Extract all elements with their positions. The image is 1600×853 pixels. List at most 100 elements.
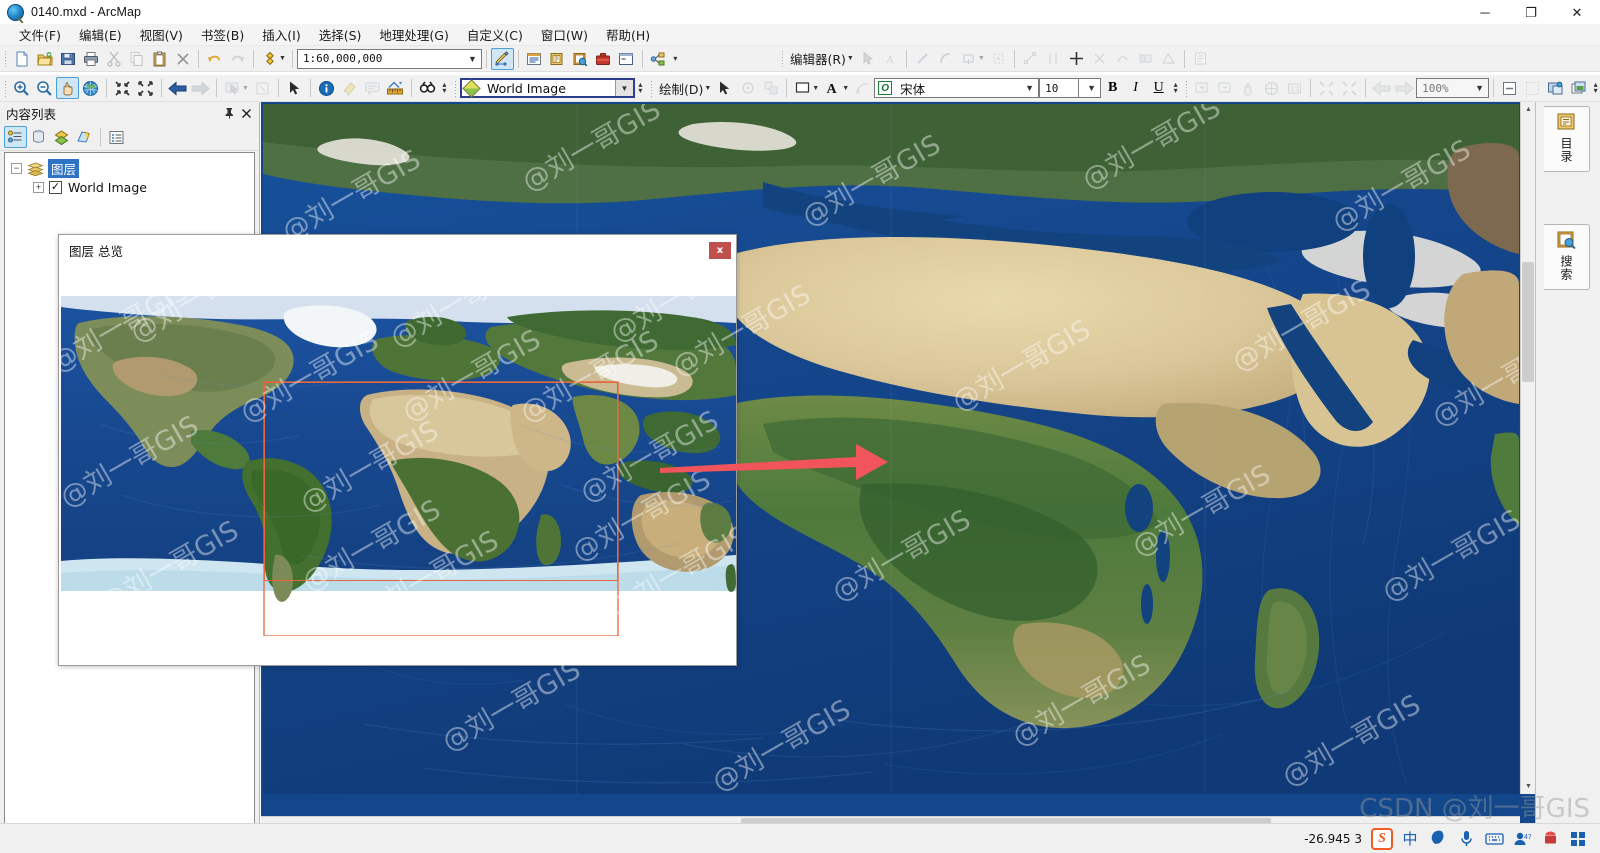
editor-toolbar-icon[interactable] — [490, 47, 514, 70]
menu-insert[interactable]: 插入(I) — [253, 23, 309, 46]
microphone-icon[interactable] — [1452, 825, 1480, 853]
moon-icon[interactable] — [1424, 825, 1452, 853]
layout-pan-icon[interactable] — [1237, 77, 1260, 99]
search-icon[interactable] — [569, 48, 592, 70]
delete-icon[interactable] — [171, 48, 194, 70]
draw-toolbar-grip[interactable] — [453, 79, 457, 97]
rotate-element-icon[interactable] — [736, 77, 759, 99]
layer-visibility-checkbox[interactable]: ✓ — [49, 181, 62, 194]
layout-back-icon[interactable] — [1370, 77, 1393, 99]
layout-fixed-zoom-out-icon[interactable] — [1338, 77, 1361, 99]
menu-customize[interactable]: 自定义(C) — [458, 23, 532, 46]
sogou-ime-icon[interactable]: S — [1368, 825, 1396, 853]
menu-geoprocessing[interactable]: 地理处理(G) — [370, 23, 457, 46]
python-window-icon[interactable] — [615, 48, 638, 70]
menu-view[interactable]: 视图(V) — [131, 23, 192, 46]
construct-polygon-icon[interactable] — [957, 48, 980, 70]
menu-bookmarks[interactable]: 书签(B) — [192, 23, 253, 46]
copy-icon[interactable] — [125, 48, 148, 70]
italic-button[interactable]: I — [1124, 77, 1147, 99]
font-size-dropdown[interactable]: ▼ — [1079, 78, 1102, 98]
add-data-icon[interactable] — [258, 48, 281, 70]
split-icon[interactable] — [1042, 48, 1065, 70]
text-color-icon[interactable]: A — [821, 77, 844, 99]
bold-button[interactable]: B — [1101, 77, 1124, 99]
zoom-in-icon[interactable] — [10, 77, 33, 99]
measure-icon[interactable] — [384, 77, 407, 99]
ime-mode-indicator[interactable]: 中 — [1396, 825, 1424, 853]
list-by-source-icon[interactable] — [27, 126, 50, 148]
tools-toolbar-overflow[interactable]: ▴ ▾ — [439, 77, 450, 99]
layout-full-extent-icon[interactable] — [1260, 77, 1283, 99]
toc-layer-world-image[interactable]: + ✓ World Image — [11, 178, 254, 197]
layout-fixed-zoom-in-icon[interactable] — [1315, 77, 1338, 99]
minimize-button[interactable]: ─ — [1462, 0, 1508, 24]
catalog-icon[interactable] — [546, 48, 569, 70]
active-layer-combo[interactable]: World Image ▼ — [459, 78, 635, 98]
toc-root-node[interactable]: − 图层 — [11, 159, 254, 178]
menu-edit[interactable]: 编辑(E) — [70, 23, 131, 46]
layout-toolbar-overflow[interactable]: ▴ ▾ — [1590, 77, 1600, 99]
restore-button[interactable]: ❐ — [1508, 0, 1554, 24]
editor-menu-label[interactable]: 编辑器(R) — [787, 49, 849, 68]
fixed-zoom-in-icon[interactable] — [111, 77, 134, 99]
draw-tools-grip[interactable] — [649, 79, 653, 97]
new-map-icon[interactable] — [10, 48, 33, 70]
select-dropdown-arrow[interactable]: ▼ — [242, 85, 249, 92]
group-icon[interactable] — [759, 77, 782, 99]
overview-window[interactable]: 图层 总览 x @刘一哥GIS @刘一哥GIS @刘一哥GIS @刘一哥GIS … — [58, 234, 737, 666]
select-features-icon[interactable] — [221, 77, 244, 99]
straight-segment-icon[interactable] — [911, 48, 934, 70]
toolbar-grip[interactable] — [4, 50, 7, 67]
open-icon[interactable] — [33, 48, 56, 70]
data-driven-pages-icon[interactable] — [1567, 77, 1590, 99]
font-family-dropdown-arrow[interactable]: ▼ — [1021, 79, 1038, 97]
pin-icon[interactable] — [221, 105, 238, 122]
dock-tab-catalog[interactable]: 目录 — [1544, 106, 1590, 172]
go-forward-icon[interactable] — [189, 77, 212, 99]
menu-windows[interactable]: 窗口(W) — [532, 23, 597, 46]
undo-icon[interactable] — [203, 48, 226, 70]
list-by-visibility-icon[interactable] — [50, 126, 73, 148]
editor-toolbar-grip[interactable] — [780, 50, 784, 67]
merge-icon[interactable] — [1134, 48, 1157, 70]
map-scale-combo[interactable]: 1:60,000,000 ▼ — [296, 48, 482, 69]
edit-tool-icon[interactable] — [856, 48, 879, 70]
menu-selection[interactable]: 选择(S) — [310, 23, 371, 46]
reshape-icon[interactable] — [1111, 48, 1134, 70]
layout-forward-icon[interactable] — [1393, 77, 1416, 99]
font-size-combo[interactable]: 10 — [1039, 78, 1080, 98]
arc-segment-icon[interactable] — [934, 48, 957, 70]
scroll-up-arrow[interactable]: ▲ — [1521, 102, 1536, 117]
focus-data-frame-icon[interactable] — [1521, 77, 1544, 99]
cut-polygons-icon[interactable] — [1088, 48, 1111, 70]
construct-dropdown-arrow[interactable]: ▼ — [978, 55, 985, 62]
tools-toolbar-grip[interactable] — [4, 79, 7, 97]
model-builder-icon[interactable] — [647, 48, 670, 70]
vertical-scroll-thumb[interactable] — [1522, 262, 1534, 382]
attributes-icon[interactable] — [1189, 48, 1212, 70]
arctoolbox-icon[interactable] — [592, 48, 615, 70]
edit-annotation-icon[interactable]: A — [879, 48, 902, 70]
font-family-combo[interactable]: O 宋体 ▼ — [874, 78, 1040, 98]
close-icon[interactable] — [238, 105, 255, 122]
layout-zoom-in-icon[interactable] — [1191, 77, 1214, 99]
layer-expander[interactable]: + — [33, 182, 44, 193]
menu-file[interactable]: 文件(F) — [10, 23, 70, 46]
draw-menu-dropdown-arrow[interactable]: ▼ — [704, 85, 711, 92]
active-layer-dropdown-arrow[interactable]: ▼ — [614, 80, 633, 96]
underline-button[interactable]: U — [1147, 77, 1170, 99]
keyboard-icon[interactable] — [1480, 825, 1508, 853]
list-by-drawing-order-icon[interactable] — [4, 126, 27, 148]
layout-toolbar-grip[interactable] — [1185, 79, 1189, 97]
draw-select-elements-icon[interactable] — [713, 77, 736, 99]
print-icon[interactable] — [79, 48, 102, 70]
layout-zoom-out-icon[interactable] — [1214, 77, 1237, 99]
cut-icon[interactable] — [102, 48, 125, 70]
layout-zoom-combo[interactable]: 100% ▼ — [1416, 78, 1490, 98]
toc-options-icon[interactable] — [105, 126, 128, 148]
toggle-draft-mode-icon[interactable] — [1498, 77, 1521, 99]
html-popup-icon[interactable] — [361, 77, 384, 99]
hyperlink-icon[interactable] — [338, 77, 361, 99]
new-text-icon[interactable] — [851, 77, 874, 99]
